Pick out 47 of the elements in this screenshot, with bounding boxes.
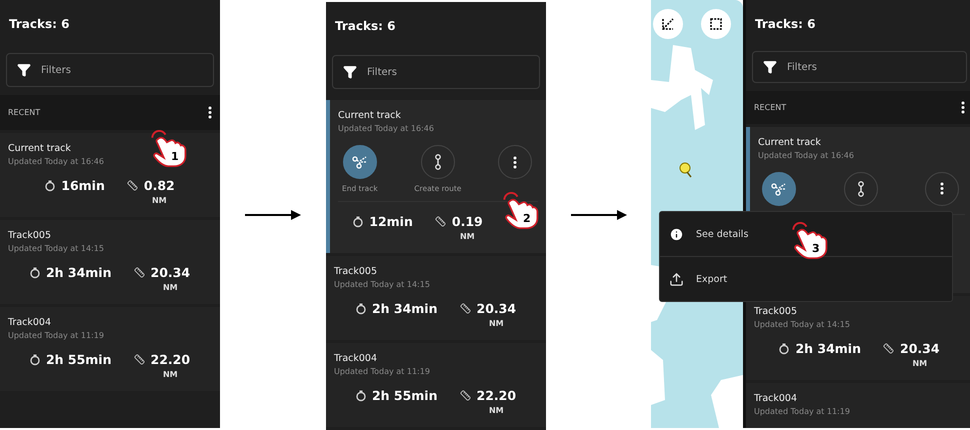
- distance-unit: NM: [488, 319, 504, 328]
- track-name: Track005: [8, 230, 52, 241]
- track-duration: 16min: [61, 178, 105, 193]
- track-updated-time: Updated Today at 11:19: [8, 331, 105, 340]
- track-duration: 2h 34min: [795, 340, 861, 356]
- step-number: 1: [171, 150, 179, 163]
- track-name: Track004: [754, 392, 798, 404]
- track-distance: 0.19: [452, 214, 483, 229]
- distance-unit: NM: [152, 196, 167, 205]
- step-number: 2: [523, 212, 531, 225]
- track-distance: 20.34: [150, 265, 190, 280]
- track-duration: 12min: [369, 214, 413, 229]
- distance-unit: NM: [912, 358, 928, 368]
- track-distance: 0.82: [144, 178, 175, 193]
- track-distance: 20.34: [900, 340, 940, 356]
- track-name: Current track: [338, 110, 402, 121]
- track-updated-time: Updated Today at 11:19: [754, 406, 851, 416]
- track-distance: 22.20: [150, 352, 190, 367]
- distance-unit: NM: [162, 370, 178, 379]
- track-updated-time: Updated Today at 14:15: [8, 244, 105, 253]
- track-name: Track004: [334, 353, 378, 364]
- step-number: 3: [812, 242, 820, 255]
- track-updated-time: Updated Today at 14:15: [754, 320, 851, 329]
- distance-unit: NM: [162, 283, 178, 292]
- track-name: Track005: [754, 306, 798, 317]
- track-name: Current track: [8, 143, 72, 154]
- track-updated-time: Updated Today at 14:15: [334, 280, 431, 289]
- tracks-title: Tracks: 6: [8, 16, 70, 33]
- tracks-title: Tracks: 6: [334, 18, 396, 35]
- distance-unit: NM: [488, 406, 504, 415]
- track-duration: 2h 55min: [372, 388, 438, 403]
- track-distance: 20.34: [476, 301, 516, 316]
- track-duration: 2h 34min: [46, 265, 112, 280]
- track-updated-time: Updated Today at 11:19: [334, 367, 431, 376]
- tracks-title: Tracks: 6: [754, 16, 816, 33]
- track-duration: 2h 55min: [46, 352, 112, 367]
- section-title: RECENT: [8, 108, 40, 117]
- distance-unit: NM: [460, 232, 475, 241]
- track-updated-time: Updated Today at 16:46: [758, 150, 855, 160]
- track-name: Track004: [8, 317, 52, 328]
- track-updated-time: Updated Today at 16:46: [338, 124, 435, 133]
- section-title: RECENT: [754, 103, 786, 112]
- track-updated-time: Updated Today at 16:46: [8, 157, 105, 166]
- track-name: Track005: [334, 266, 378, 277]
- track-distance: 22.20: [476, 388, 516, 403]
- track-name: Current track: [758, 136, 822, 148]
- track-duration: 2h 34min: [372, 301, 438, 316]
